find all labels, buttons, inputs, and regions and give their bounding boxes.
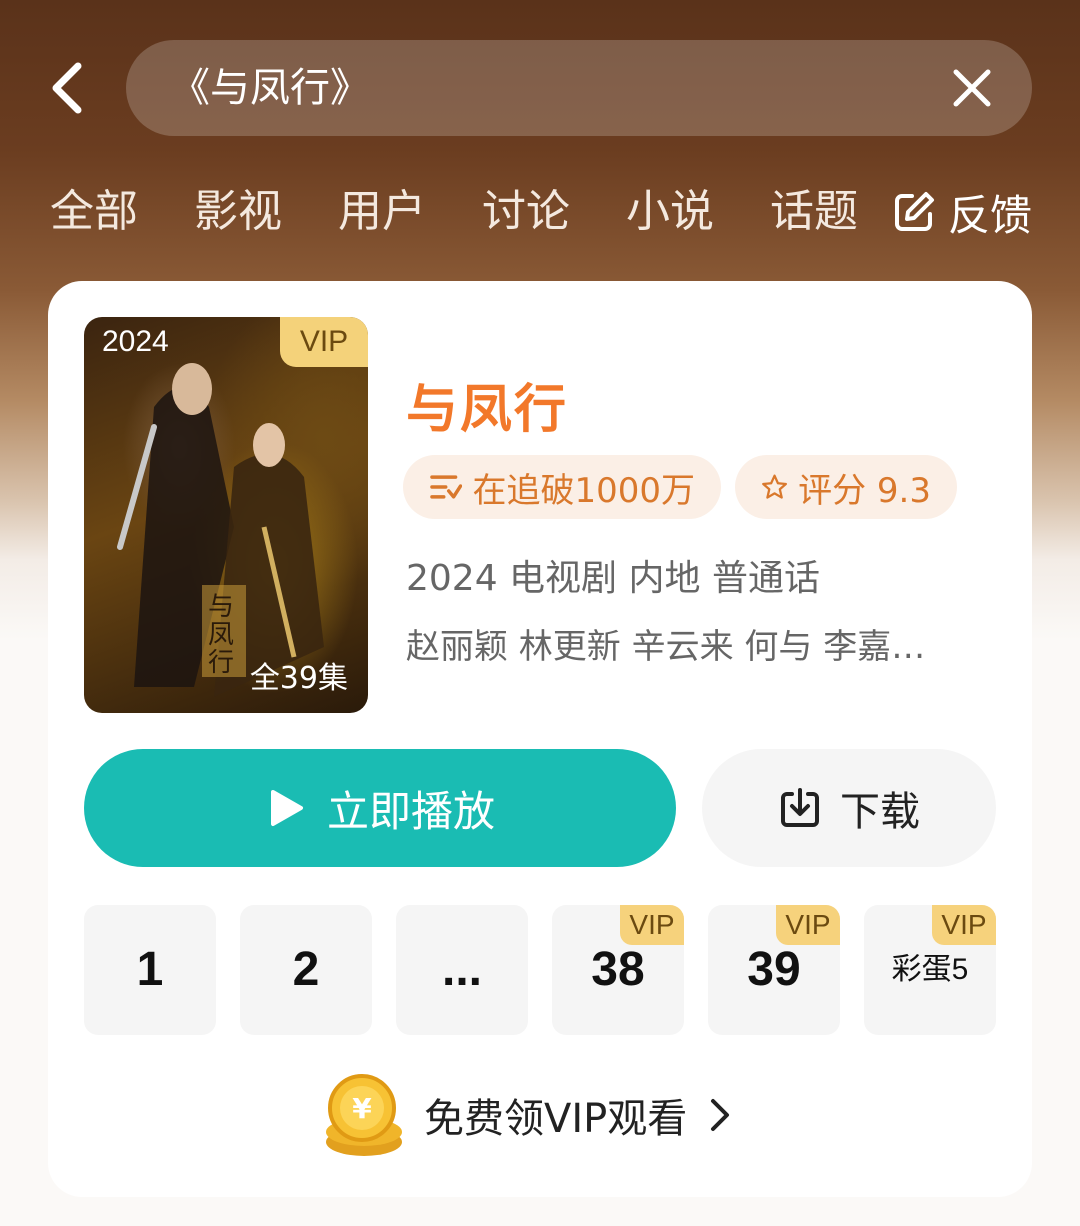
episode-1-button[interactable]: 1: [84, 905, 216, 1035]
coin-icon: ¥: [326, 1074, 402, 1156]
episode-label: 2: [292, 943, 320, 996]
edit-icon: [894, 192, 934, 231]
show-cast: 赵丽颖 林更新 辛云来 何与 李嘉…: [406, 627, 926, 667]
search-query-text: 《与凤行》: [170, 65, 370, 111]
vip-badge: VIP: [776, 905, 840, 945]
list-icon: [430, 475, 463, 499]
feedback-button[interactable]: 反馈: [892, 182, 1032, 242]
tab-novels[interactable]: 小说: [626, 182, 714, 242]
download-button[interactable]: 下载: [702, 749, 996, 867]
play-now-label: 立即播放: [326, 786, 495, 836]
show-meta: 2024 电视剧 内地 普通话: [406, 558, 820, 599]
download-label: 下载: [840, 789, 920, 835]
svg-text:¥: ¥: [352, 1092, 372, 1125]
poster-year: 2024: [102, 325, 169, 358]
chevron-right-icon: [711, 1099, 730, 1131]
show-title[interactable]: 与凤行: [406, 367, 568, 442]
free-vip-link[interactable]: ¥ 免费领VIP观看: [318, 1067, 735, 1163]
episode-label: 38: [591, 943, 645, 996]
close-icon: [953, 69, 991, 107]
free-vip-label: 免费领VIP观看: [424, 1096, 688, 1142]
download-icon: [781, 788, 819, 827]
vip-badge: VIP: [932, 905, 996, 945]
episode-count: 全39集: [249, 661, 348, 696]
chevron-left-icon: [52, 62, 82, 114]
follow-count-text: 在追破1000万: [472, 470, 695, 511]
episode-label: ...: [441, 943, 482, 996]
poster-image[interactable]: 与凤行 2024 VIP 全39集: [84, 317, 368, 713]
vip-badge: VIP: [280, 317, 368, 367]
tab-discussion[interactable]: 讨论: [482, 182, 570, 242]
play-icon: [270, 790, 303, 826]
episode-label: 彩蛋5: [891, 953, 969, 986]
feedback-label: 反馈: [947, 190, 1032, 240]
clear-search-button[interactable]: [950, 66, 994, 110]
rating-text: 评分 9.3: [798, 470, 931, 511]
result-tabs: 全部 影视 用户 讨论 小说 话题 反馈: [50, 182, 1032, 242]
episode-label: 39: [747, 943, 801, 996]
tab-topics[interactable]: 话题: [770, 182, 858, 242]
search-input[interactable]: 《与凤行》: [126, 40, 1032, 136]
back-button[interactable]: [40, 58, 100, 118]
episode-2-button[interactable]: 2: [240, 905, 372, 1035]
play-now-button[interactable]: 立即播放: [84, 749, 676, 867]
star-icon: [762, 474, 787, 499]
follow-count-badge: 在追破1000万: [403, 455, 721, 519]
bonus-episode-button[interactable]: 彩蛋5 VIP: [864, 905, 996, 1035]
rating-badge: 评分 9.3: [735, 455, 957, 519]
tab-users[interactable]: 用户: [338, 182, 426, 242]
vip-badge: VIP: [620, 905, 684, 945]
episode-38-button[interactable]: 38 VIP: [552, 905, 684, 1035]
tab-all[interactable]: 全部: [50, 182, 138, 242]
result-card: 与凤行 2024 VIP 全39集 与凤行 在追破1000万 评分 9.3 20…: [48, 281, 1032, 1197]
episode-more-button[interactable]: ...: [396, 905, 528, 1035]
tab-film-tv[interactable]: 影视: [194, 182, 282, 242]
poster-title-art: 与凤行: [208, 592, 235, 678]
episode-label: 1: [136, 943, 164, 996]
episode-39-button[interactable]: 39 VIP: [708, 905, 840, 1035]
